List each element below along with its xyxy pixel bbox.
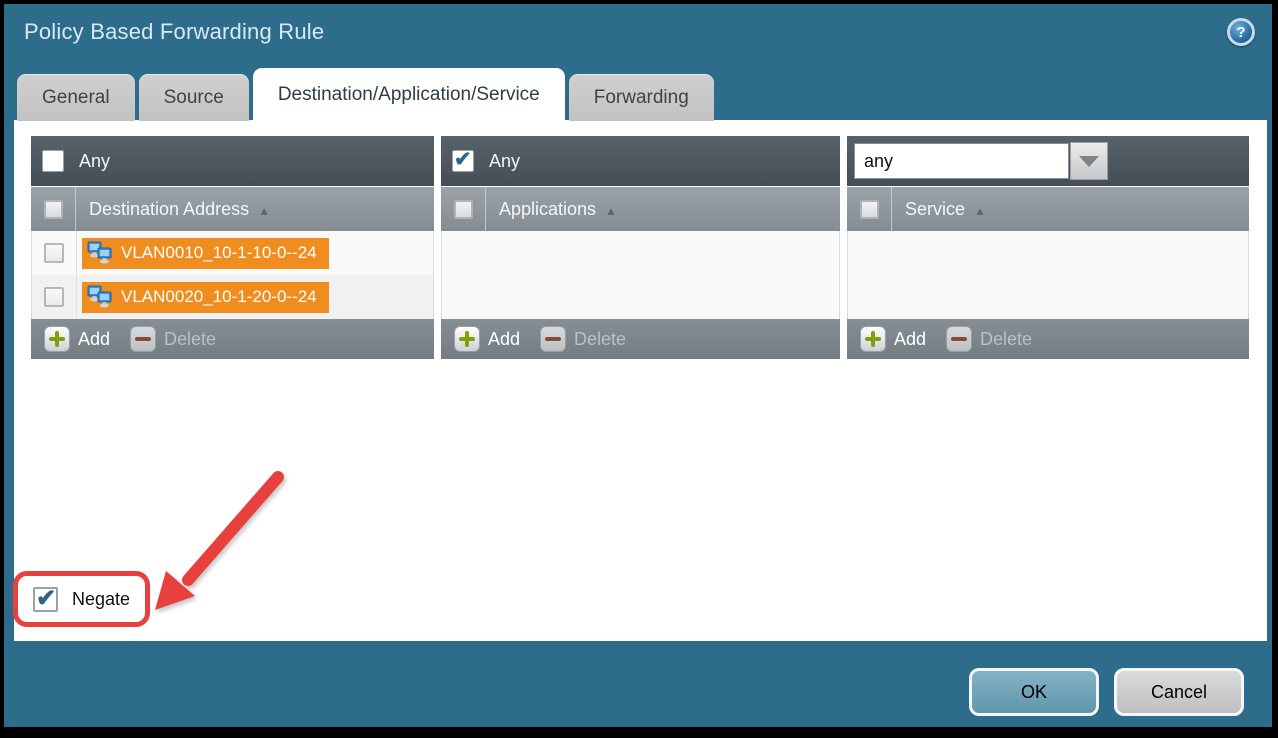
- destination-sort-header[interactable]: Destination Address: [89, 199, 270, 220]
- sort-ascending-icon: [258, 199, 270, 220]
- row-checkbox[interactable]: [44, 243, 64, 263]
- destination-selectall-checkbox[interactable]: [44, 200, 63, 219]
- service-dropdown-bar: any: [847, 136, 1249, 186]
- destination-selectall-cell: [31, 187, 76, 231]
- table-row[interactable]: VLAN0010_10-1-10-0--24: [32, 231, 433, 275]
- plus-icon: [44, 326, 70, 352]
- negate-label: Negate: [72, 589, 130, 610]
- add-button[interactable]: Add: [454, 326, 520, 352]
- sort-ascending-icon: [605, 199, 617, 220]
- service-column: any Service: [847, 136, 1249, 359]
- policy-based-forwarding-dialog: Policy Based Forwarding Rule ? General S…: [4, 4, 1272, 727]
- row-checkbox-cell: [32, 275, 77, 319]
- delete-button-label: Delete: [980, 329, 1032, 350]
- address-group-icon: [87, 241, 113, 265]
- delete-button[interactable]: Delete: [946, 326, 1032, 352]
- applications-footer-bar: Add Delete: [441, 319, 840, 359]
- chevron-down-icon: [1079, 156, 1099, 167]
- service-sort-header[interactable]: Service: [905, 199, 986, 220]
- destination-address-list: VLAN0010_10-1-10-0--24: [31, 231, 434, 319]
- plus-icon: [860, 326, 886, 352]
- row-checkbox[interactable]: [44, 287, 64, 307]
- destination-any-label: Any: [79, 151, 110, 172]
- destination-any-checkbox[interactable]: [42, 150, 64, 172]
- add-button-label: Add: [78, 329, 110, 350]
- tab-destination-application-service[interactable]: Destination/Application/Service: [253, 68, 565, 121]
- tab-source[interactable]: Source: [139, 74, 249, 121]
- destination-header-label: Destination Address: [89, 199, 249, 220]
- service-selectall-checkbox[interactable]: [860, 200, 879, 219]
- service-header-label: Service: [905, 199, 965, 220]
- add-button-label: Add: [894, 329, 926, 350]
- dialog-title: Policy Based Forwarding Rule: [24, 19, 324, 45]
- service-column-header: Service: [847, 186, 1249, 231]
- applications-any-label: Any: [489, 151, 520, 172]
- minus-icon: [946, 326, 972, 352]
- address-object-label: VLAN0020_10-1-20-0--24: [121, 287, 317, 307]
- tab-bar: General Source Destination/Application/S…: [17, 68, 718, 121]
- minus-icon: [540, 326, 566, 352]
- applications-selectall-checkbox[interactable]: [454, 200, 473, 219]
- applications-any-checkbox[interactable]: [452, 150, 474, 172]
- plus-icon: [454, 326, 480, 352]
- service-footer-bar: Add Delete: [847, 319, 1249, 359]
- negate-highlight-box: Negate: [13, 571, 150, 627]
- applications-sort-header[interactable]: Applications: [499, 199, 617, 220]
- destination-column-header: Destination Address: [31, 186, 434, 231]
- applications-header-label: Applications: [499, 199, 596, 220]
- service-dropdown[interactable]: any: [854, 142, 1108, 180]
- address-object-label: VLAN0010_10-1-10-0--24: [121, 243, 317, 263]
- ok-button[interactable]: OK: [969, 668, 1099, 716]
- delete-button[interactable]: Delete: [130, 326, 216, 352]
- service-dropdown-value[interactable]: any: [854, 143, 1069, 179]
- destination-footer-bar: Add Delete: [31, 319, 434, 359]
- add-button[interactable]: Add: [860, 326, 926, 352]
- applications-column-header: Applications: [441, 186, 840, 231]
- address-object-chip[interactable]: VLAN0010_10-1-10-0--24: [82, 238, 329, 269]
- add-button-label: Add: [488, 329, 520, 350]
- address-object-chip[interactable]: VLAN0020_10-1-20-0--24: [82, 282, 329, 313]
- row-checkbox-cell: [32, 231, 77, 275]
- tab-forwarding[interactable]: Forwarding: [569, 74, 714, 121]
- help-icon[interactable]: ?: [1227, 18, 1255, 46]
- minus-icon: [130, 326, 156, 352]
- delete-button[interactable]: Delete: [540, 326, 626, 352]
- destination-address-column: Any Destination Address: [31, 136, 434, 359]
- sort-ascending-icon: [974, 199, 986, 220]
- tab-content-panel: Any Destination Address: [14, 120, 1267, 641]
- address-group-icon: [87, 285, 113, 309]
- service-dropdown-button[interactable]: [1070, 142, 1108, 180]
- applications-column: Any Applications: [441, 136, 840, 359]
- table-row[interactable]: VLAN0020_10-1-20-0--24: [32, 275, 433, 319]
- tab-general[interactable]: General: [17, 74, 135, 121]
- destination-any-bar: Any: [31, 136, 434, 186]
- columns-container: Any Destination Address: [31, 136, 1249, 359]
- applications-list: [441, 231, 840, 319]
- delete-button-label: Delete: [164, 329, 216, 350]
- delete-button-label: Delete: [574, 329, 626, 350]
- service-selectall-cell: [847, 187, 892, 231]
- applications-any-bar: Any: [441, 136, 840, 186]
- negate-checkbox[interactable]: [33, 587, 58, 612]
- add-button[interactable]: Add: [44, 326, 110, 352]
- service-list: [847, 231, 1249, 319]
- applications-selectall-cell: [441, 187, 486, 231]
- cancel-button[interactable]: Cancel: [1114, 668, 1244, 716]
